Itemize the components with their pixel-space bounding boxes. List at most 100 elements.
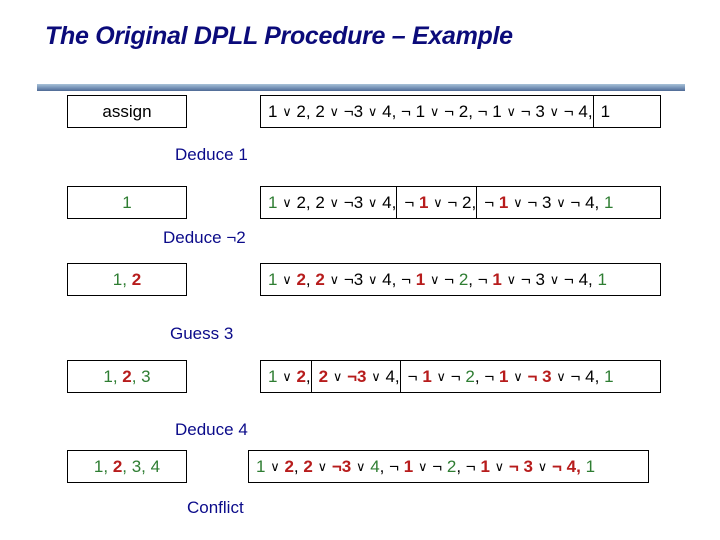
or-operator: ∨ (329, 271, 340, 287)
formula-token: 1 (603, 192, 614, 212)
formula-token: 1 (498, 366, 509, 386)
formula-token: , (122, 269, 132, 289)
or-operator: ∨ (270, 458, 280, 474)
clause-segment: 1 ∨ 2, 2 ∨ ¬3 ∨ 4, (261, 187, 396, 218)
formula-token: 1 (122, 192, 132, 212)
or-operator: ∨ (282, 194, 292, 210)
or-operator: ∨ (433, 194, 443, 210)
formula-token: , 3, 4 (122, 456, 161, 476)
or-operator: ∨ (282, 368, 292, 384)
clause-segment: 1 ∨ 2, 2 ∨ ¬3 ∨ 4, ¬ 1 ∨ ¬ 2, ¬ 1 ∨ ¬ 3 … (249, 451, 648, 482)
title-underline-bar (37, 84, 685, 91)
formula-token: ¬ 4, (552, 456, 581, 476)
formula-token: ¬ 4, (565, 192, 604, 212)
formula-token: , 3 (131, 366, 151, 386)
formula-token: ¬ 3 (527, 366, 552, 386)
formula-token: 2 (458, 269, 469, 289)
formula-token: ¬ (446, 366, 466, 386)
or-operator: ∨ (367, 194, 378, 210)
clause-box: 1 ∨ 2, 2 ∨ ¬3 ∨ 4, ¬ 1 ∨ ¬ 2, ¬ 1 ∨ ¬ 3 ∨ … (260, 186, 661, 219)
formula-token: ¬3 (347, 366, 367, 386)
or-operator: ∨ (506, 103, 516, 119)
formula-token: 1 (268, 366, 278, 386)
clause-box: 1 ∨ 2, 2 ∨ ¬3 ∨ 4, ¬ 1 ∨ ¬ 2, ¬ 1 ∨ ¬ 3 … (260, 95, 661, 128)
formula-token: 2 (284, 456, 294, 476)
formula-token: ¬ 3 (516, 269, 550, 289)
or-operator: ∨ (282, 271, 292, 287)
formula-token: 1 (480, 456, 490, 476)
formula-token: 1, (93, 456, 113, 476)
assignment-box: 1, 2 (67, 263, 187, 296)
formula-token: , ¬ (379, 456, 404, 476)
formula-token: 1 (597, 269, 607, 289)
or-operator: ∨ (549, 271, 560, 287)
clause-segment: 1 ∨ 2, (261, 361, 311, 392)
formula-token: 2 (296, 366, 306, 386)
formula-token: 2 (112, 456, 123, 476)
formula-token: 1 (268, 101, 283, 121)
or-operator: ∨ (556, 194, 566, 210)
or-operator: ∨ (429, 271, 440, 287)
formula-token: 2 (315, 269, 325, 289)
formula-token: 1 (498, 192, 509, 212)
formula-token: 1 (268, 269, 278, 289)
slide-title: The Original DPLL Procedure – Example (45, 22, 513, 50)
or-operator: ∨ (506, 271, 517, 287)
formula-token: 4 (370, 456, 380, 476)
formula-token: ¬ 4, (565, 366, 605, 386)
formula-token: ¬ (404, 192, 419, 212)
step-label-guess-3: Guess 3 (170, 324, 234, 343)
formula-token: ¬ (427, 456, 447, 476)
or-operator: ∨ (367, 103, 378, 119)
step-label-conflict: Conflict (187, 498, 244, 517)
formula-token: 2 (318, 366, 329, 386)
formula-token: ¬3 (339, 101, 368, 121)
formula-token: 4, ¬ (377, 269, 416, 289)
formula-token: 1 (604, 366, 614, 386)
formula-token: 2 (465, 366, 475, 386)
formula-token: ¬ 4, (559, 101, 593, 121)
or-operator: ∨ (417, 458, 428, 474)
clause-segment: 1 ∨ 2, 2 ∨ ¬3 ∨ 4, ¬ 1 ∨ ¬ 2, ¬ 1 ∨ ¬ 3 … (261, 96, 593, 127)
or-operator: ∨ (537, 458, 548, 474)
formula-token: 2 (296, 269, 306, 289)
clause-box: 1 ∨ 2, 2 ∨ ¬3 ∨ 4, ¬ 1 ∨ ¬ 2, ¬ 1 ∨ ¬ 3 … (248, 450, 649, 483)
clause-segment: ¬ 1 ∨ ¬ 3 ∨ ¬ 4, 1 (476, 187, 660, 218)
formula-token: ¬ (484, 192, 499, 212)
clause-box: 1 ∨ 2, 2 ∨ ¬3 ∨ 4, ¬ 1 ∨ ¬ 2, ¬ 1 ∨ ¬ 3 … (260, 263, 661, 296)
formula-token: ¬ (439, 269, 459, 289)
or-operator: ∨ (429, 103, 440, 119)
step-label-deduce-not-2: Deduce ¬2 (163, 228, 246, 247)
or-operator: ∨ (329, 103, 340, 119)
or-operator: ∨ (513, 368, 523, 384)
formula-token: 2, 2 (291, 101, 330, 121)
formula-token: assign (102, 101, 152, 121)
formula-token: ¬ 2, (442, 192, 477, 212)
formula-token: ¬3 (339, 269, 368, 289)
formula-token: 1, (103, 366, 123, 386)
formula-token: ¬ 2, ¬ 1 (439, 101, 507, 121)
formula-token: , (305, 269, 316, 289)
clause-segment: ¬ 1 ∨ ¬ 2, ¬ 1 ∨ ¬ 3 ∨ ¬ 4, 1 (399, 361, 660, 392)
formula-token: , ¬ (468, 269, 493, 289)
or-operator: ∨ (329, 194, 340, 210)
formula-token: 1 (256, 456, 266, 476)
clause-segment: 1 (592, 96, 660, 127)
formula-token: 2 (303, 456, 313, 476)
formula-token: 2 (122, 366, 132, 386)
formula-token: ¬ 3 (515, 101, 550, 121)
formula-token: 4, ¬ 1 (377, 101, 430, 121)
formula-token: , (293, 456, 304, 476)
formula-token: 2, 2 (291, 192, 330, 212)
or-operator: ∨ (494, 458, 505, 474)
or-operator: ∨ (367, 271, 378, 287)
formula-token: ¬ 3 (508, 456, 534, 476)
assignment-box: 1 (67, 186, 187, 219)
or-operator: ∨ (513, 194, 523, 210)
assignment-box: 1, 2, 3 (67, 360, 187, 393)
clause-segment: 2 ∨ ¬3 ∨ 4, (310, 361, 400, 392)
or-operator: ∨ (371, 368, 381, 384)
formula-token: ¬ (407, 366, 423, 386)
formula-token: ¬3 (331, 456, 352, 476)
clause-segment: ¬ 1 ∨ ¬ 2, (396, 187, 476, 218)
